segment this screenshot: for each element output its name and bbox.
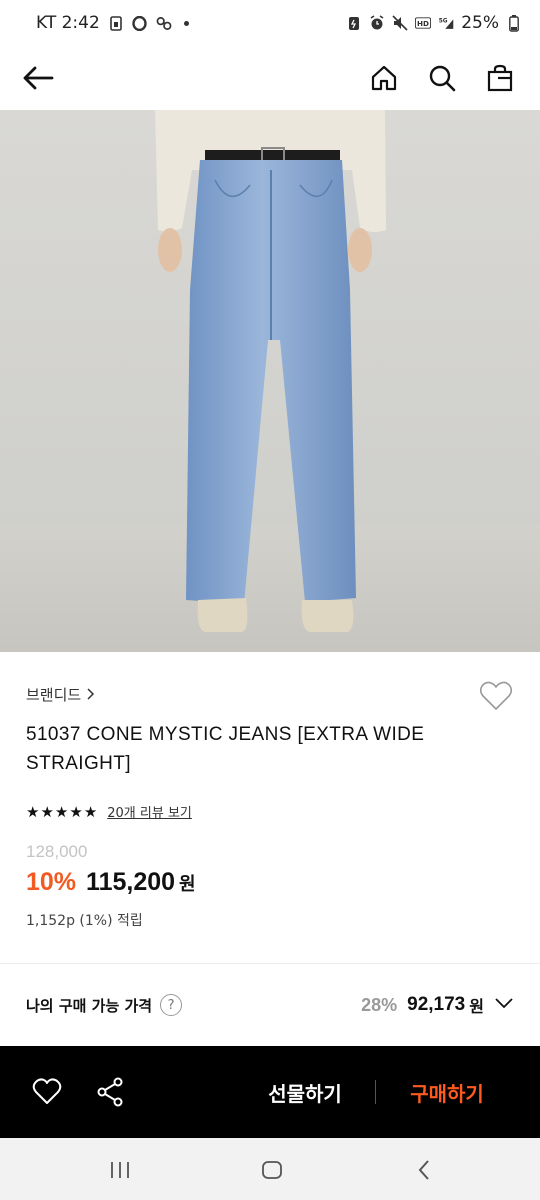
star-icon: ★: [54, 802, 69, 821]
svg-text:HD: HD: [417, 19, 429, 28]
star-icon: ★: [69, 802, 83, 821]
star-icon: ★: [26, 802, 40, 821]
heart-icon[interactable]: [27, 1072, 67, 1112]
battery-icon: [506, 14, 522, 32]
buy-button[interactable]: 구매하기: [392, 1072, 502, 1112]
shopping-bag-icon[interactable]: [480, 58, 520, 98]
back-arrow-icon[interactable]: [18, 58, 58, 98]
action-bar: 선물하기 구매하기: [0, 1046, 540, 1138]
product-title: 51037 CONE MYSTIC JEANS [EXTRA WIDE STRA…: [26, 724, 425, 774]
chevron-right-icon: [87, 686, 95, 704]
search-icon[interactable]: [422, 58, 462, 98]
rating-stars: ★ ★ ★ ★ ★: [26, 803, 97, 821]
gift-button[interactable]: 선물하기: [250, 1072, 360, 1112]
battery-percent: 25%: [461, 13, 499, 33]
recent-apps-icon[interactable]: [100, 1150, 140, 1190]
star-icon: ★: [83, 802, 98, 821]
my-price-rate: 28%: [361, 994, 398, 1015]
home-icon[interactable]: [364, 58, 404, 98]
review-link[interactable]: 20개 리뷰 보기: [107, 802, 192, 821]
rating: ★ ★ ★ ★ ★ 20개 리뷰 보기: [26, 802, 192, 822]
points: 1,152p (1%) 적립: [26, 913, 143, 929]
discount-rate: 10%: [26, 868, 77, 896]
chevron-down-icon[interactable]: [494, 996, 514, 1014]
home-nav-icon[interactable]: [252, 1150, 292, 1190]
alarm-icon: [369, 15, 385, 31]
notification-dot-icon: [183, 20, 189, 26]
system-nav-bar: [0, 1138, 540, 1200]
my-price-amount: 92,173: [407, 994, 466, 1015]
brand-name: 브랜디드: [26, 686, 82, 704]
opera-icon: [132, 15, 148, 31]
carrier-time: KT 2:42: [36, 13, 100, 33]
back-nav-icon[interactable]: [404, 1150, 444, 1190]
my-price-row[interactable]: 나의 구매 가능 가격 ? 28% 92,173 원: [0, 964, 540, 1046]
app-bar: [0, 46, 540, 110]
brand-link[interactable]: 브랜디드: [26, 684, 95, 705]
hd-icon: HD: [415, 15, 432, 31]
original-price: 128,000: [26, 842, 88, 861]
my-price-currency: 원: [469, 999, 484, 1016]
link-icon: [156, 15, 172, 31]
svg-text:5G: 5G: [439, 18, 448, 24]
sale-price: 115,200: [86, 868, 176, 896]
help-icon[interactable]: ?: [160, 994, 183, 1016]
share-icon[interactable]: [90, 1072, 130, 1112]
currency: 원: [179, 874, 196, 894]
price-row: 10% 115,200 원: [26, 868, 196, 897]
my-price-label: 나의 구매 가능 가격: [26, 996, 153, 1015]
action-divider: [375, 1080, 376, 1104]
battery-saver-icon: [346, 15, 362, 31]
status-bar: KT 2:42 HD 5G 25%: [0, 0, 540, 46]
wishlist-heart-icon[interactable]: [478, 678, 514, 714]
star-icon: ★: [40, 802, 54, 821]
product-image[interactable]: [0, 110, 540, 652]
mute-icon: [392, 15, 408, 31]
signal-5g-icon: 5G: [438, 15, 454, 31]
sim-icon: [108, 15, 124, 31]
